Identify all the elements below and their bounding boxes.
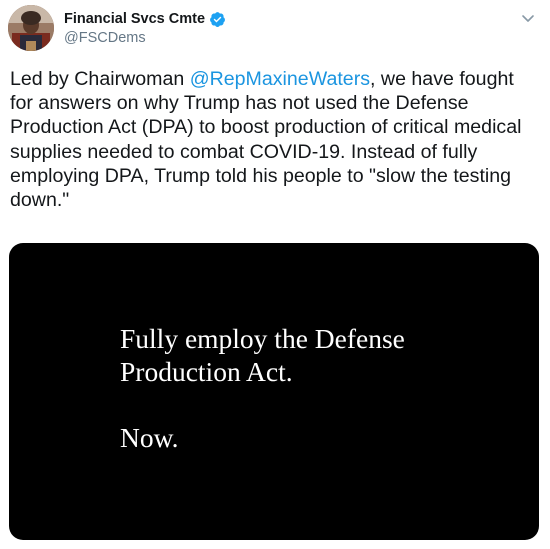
- tweet-text: Led by Chairwoman @RepMaxineWaters, we h…: [10, 67, 542, 212]
- media-caption: Fully employ the Defense Production Act.…: [120, 322, 405, 454]
- media-spacer: [120, 388, 405, 421]
- media-line-2: Production Act.: [120, 356, 293, 387]
- display-name[interactable]: Financial Svcs Cmte: [64, 11, 205, 27]
- verified-badge-icon: [209, 11, 226, 28]
- media-line-1: Fully employ the Defense: [120, 323, 405, 354]
- mention-link[interactable]: @RepMaxineWaters: [190, 68, 370, 90]
- media-image[interactable]: Fully employ the Defense Production Act.…: [9, 243, 539, 540]
- account-header: Financial Svcs Cmte @FSCDems: [64, 9, 226, 46]
- media-line-3: Now.: [120, 422, 179, 453]
- display-name-row: Financial Svcs Cmte: [64, 9, 226, 29]
- account-handle[interactable]: @FSCDems: [64, 30, 226, 46]
- chevron-down-icon[interactable]: [520, 10, 536, 26]
- tweet-text-part1: Led by Chairwoman: [10, 68, 190, 90]
- avatar[interactable]: [8, 5, 54, 51]
- tweet-card: Financial Svcs Cmte @FSCDems Led by Chai…: [0, 0, 550, 549]
